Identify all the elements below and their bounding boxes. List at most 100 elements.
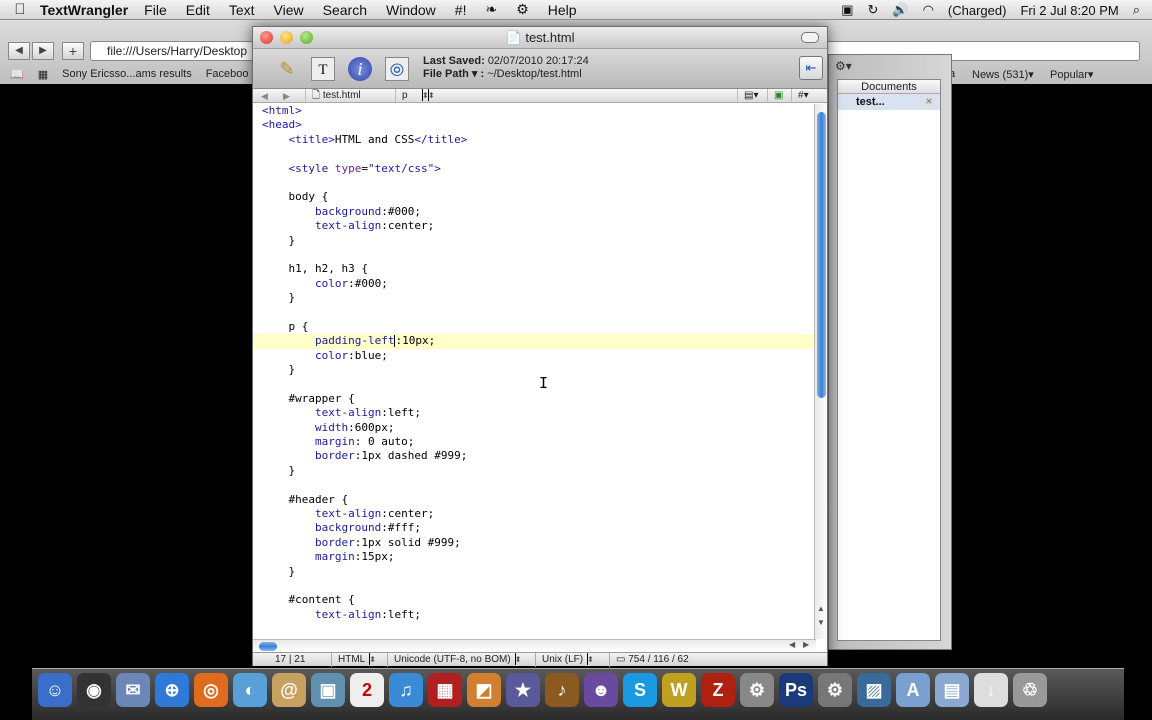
code-line[interactable] bbox=[253, 176, 816, 190]
menu-search[interactable]: Search bbox=[323, 2, 367, 18]
trash-icon[interactable]: ♲ bbox=[1013, 673, 1047, 707]
code-line[interactable]: border:1px dashed #999; bbox=[253, 449, 816, 463]
world-of-warcraft-icon[interactable]: W bbox=[662, 673, 696, 707]
code-line[interactable]: color:blue; bbox=[253, 349, 816, 363]
menu-edit[interactable]: Edit bbox=[186, 2, 210, 18]
garageband-icon[interactable]: ♪ bbox=[545, 673, 579, 707]
safari-icon[interactable]: ⊕ bbox=[155, 673, 189, 707]
filezilla-icon[interactable]: Z bbox=[701, 673, 735, 707]
scroll-left-icon[interactable]: ◀ bbox=[789, 640, 795, 649]
code-line[interactable]: background:#000; bbox=[253, 205, 816, 219]
address-book-icon[interactable]: @ bbox=[272, 673, 306, 707]
code-line[interactable] bbox=[253, 248, 816, 262]
info-icon[interactable]: i bbox=[348, 57, 372, 81]
code-line[interactable]: width:600px; bbox=[253, 421, 816, 435]
iphoto-icon[interactable]: ▣ bbox=[311, 673, 345, 707]
code-line[interactable]: padding-left:10px; bbox=[253, 334, 816, 349]
markers-menu[interactable]: ▤▾ bbox=[737, 89, 767, 103]
code-line[interactable] bbox=[253, 579, 816, 593]
code-line[interactable]: background:#fff; bbox=[253, 521, 816, 535]
file-path-label[interactable]: File Path ▾ : bbox=[423, 68, 484, 80]
drawer-toggle-icon[interactable]: ⇤ bbox=[799, 56, 823, 80]
encoding-menu[interactable]: Unicode (UTF-8, no BOM) ⬍ bbox=[387, 653, 537, 667]
dashboard-icon[interactable]: ◉ bbox=[77, 673, 111, 707]
code-line[interactable]: #header { bbox=[253, 493, 816, 507]
code-line[interactable]: #content { bbox=[253, 593, 816, 607]
bookmark-item[interactable]: News (531)▾ bbox=[972, 68, 1034, 81]
scroll-up-icon[interactable]: ▲ bbox=[817, 604, 825, 613]
code-line[interactable]: body { bbox=[253, 190, 816, 204]
code-line[interactable]: <head> bbox=[253, 118, 816, 132]
firefox-icon[interactable]: ◎ bbox=[194, 673, 228, 707]
code-line[interactable]: color:#000; bbox=[253, 277, 816, 291]
gear-menu-icon[interactable]: ⚙ bbox=[516, 1, 529, 18]
code-line[interactable]: } bbox=[253, 565, 816, 579]
code-line[interactable] bbox=[253, 305, 816, 319]
document-item[interactable]: test... ✕ bbox=[838, 94, 940, 110]
menu-shebang[interactable]: #! bbox=[455, 2, 467, 18]
menu-file[interactable]: File bbox=[144, 2, 167, 18]
preview-icon[interactable]: ◩ bbox=[467, 673, 501, 707]
reading-list-icon[interactable]: 📖 bbox=[10, 68, 24, 81]
code-line[interactable]: } bbox=[253, 234, 816, 248]
bookmark-item[interactable]: Faceboo bbox=[206, 68, 249, 80]
forward-icon[interactable]: ▶ bbox=[32, 42, 54, 60]
code-line[interactable]: margin: 0 auto; bbox=[253, 435, 816, 449]
bookmark-item[interactable]: Popular▾ bbox=[1050, 68, 1093, 81]
vertical-scrollbar[interactable]: ▲ ▼ bbox=[814, 104, 827, 639]
horizontal-scrollbar[interactable]: ◀ ▶ bbox=[253, 639, 816, 652]
mail-icon[interactable]: ✉ bbox=[116, 673, 150, 707]
text-options-icon[interactable]: T bbox=[311, 57, 335, 81]
counterparts-menu[interactable]: ▣ bbox=[767, 89, 791, 103]
horizontal-scroll-thumb[interactable] bbox=[259, 642, 277, 651]
scripts-menu-icon[interactable]: ❧ bbox=[485, 1, 497, 18]
code-line[interactable]: <style type="text/css"> bbox=[253, 162, 816, 176]
includes-menu[interactable]: #▾ bbox=[791, 89, 815, 103]
code-line[interactable]: text-align:left; bbox=[253, 406, 816, 420]
code-line[interactable]: text-align:left; bbox=[253, 608, 816, 622]
code-line[interactable]: h1, h2, h3 { bbox=[253, 262, 816, 276]
cursor-position[interactable]: 17 | 21 bbox=[269, 653, 305, 667]
menu-view[interactable]: View bbox=[274, 2, 304, 18]
code-line[interactable]: #wrapper { bbox=[253, 392, 816, 406]
function-menu[interactable]: p ⬍ bbox=[395, 89, 435, 103]
code-line[interactable] bbox=[253, 147, 816, 161]
facetime-icon[interactable]: ◐ bbox=[233, 673, 267, 707]
vertical-scroll-thumb[interactable] bbox=[817, 112, 826, 398]
code-line[interactable]: text-align:center; bbox=[253, 219, 816, 233]
line-endings-menu[interactable]: Unix (LF) ⬍ bbox=[535, 653, 607, 667]
code-line[interactable]: text-align:center; bbox=[253, 507, 816, 521]
imovie-icon[interactable]: ★ bbox=[506, 673, 540, 707]
system-preferences-icon[interactable]: ⚙ bbox=[740, 673, 774, 707]
code-line[interactable]: } bbox=[253, 291, 816, 305]
ical-icon[interactable]: 2 bbox=[350, 673, 384, 707]
skype-icon[interactable]: S bbox=[623, 673, 657, 707]
code-line[interactable]: <html> bbox=[253, 104, 816, 118]
compass-icon[interactable]: ⦾ bbox=[385, 57, 409, 81]
battery-status[interactable]: (Charged) bbox=[948, 3, 1007, 18]
ichat-icon[interactable]: ☻ bbox=[584, 673, 618, 707]
title-bar[interactable]: 📄 test.html bbox=[253, 27, 827, 49]
code-line[interactable] bbox=[253, 478, 816, 492]
sync-icon[interactable]: ↻ bbox=[867, 2, 878, 18]
scroll-right-icon[interactable]: ▶ bbox=[803, 640, 809, 649]
settings-icon[interactable]: ⚙ bbox=[818, 673, 852, 707]
code-line[interactable]: border:1px solid #999; bbox=[253, 536, 816, 550]
code-line[interactable]: p { bbox=[253, 320, 816, 334]
screenshots-icon[interactable]: ▨ bbox=[857, 673, 891, 707]
code-line[interactable]: } bbox=[253, 363, 816, 377]
apple-menu-icon[interactable]:  bbox=[0, 1, 40, 18]
code-line[interactable] bbox=[253, 377, 816, 391]
code-line[interactable]: <title>HTML and CSS</title> bbox=[253, 133, 816, 147]
previous-document-icon[interactable]: ◀ bbox=[261, 89, 268, 103]
menu-window[interactable]: Window bbox=[386, 2, 436, 18]
toolbar-toggle-button[interactable] bbox=[801, 32, 819, 43]
documents-folder-icon[interactable]: ▤ bbox=[935, 673, 969, 707]
wifi-icon[interactable]: ◠ bbox=[923, 2, 934, 18]
bookmark-item[interactable]: Sony Ericsso...ams results bbox=[62, 68, 192, 80]
video-icon[interactable]: ▣ bbox=[841, 2, 853, 18]
top-sites-icon[interactable]: ▦ bbox=[38, 68, 48, 81]
downloads-icon[interactable]: ↓ bbox=[974, 673, 1008, 707]
pencil-icon[interactable]: ✎ bbox=[275, 57, 299, 81]
next-document-icon[interactable]: ▶ bbox=[283, 89, 290, 103]
